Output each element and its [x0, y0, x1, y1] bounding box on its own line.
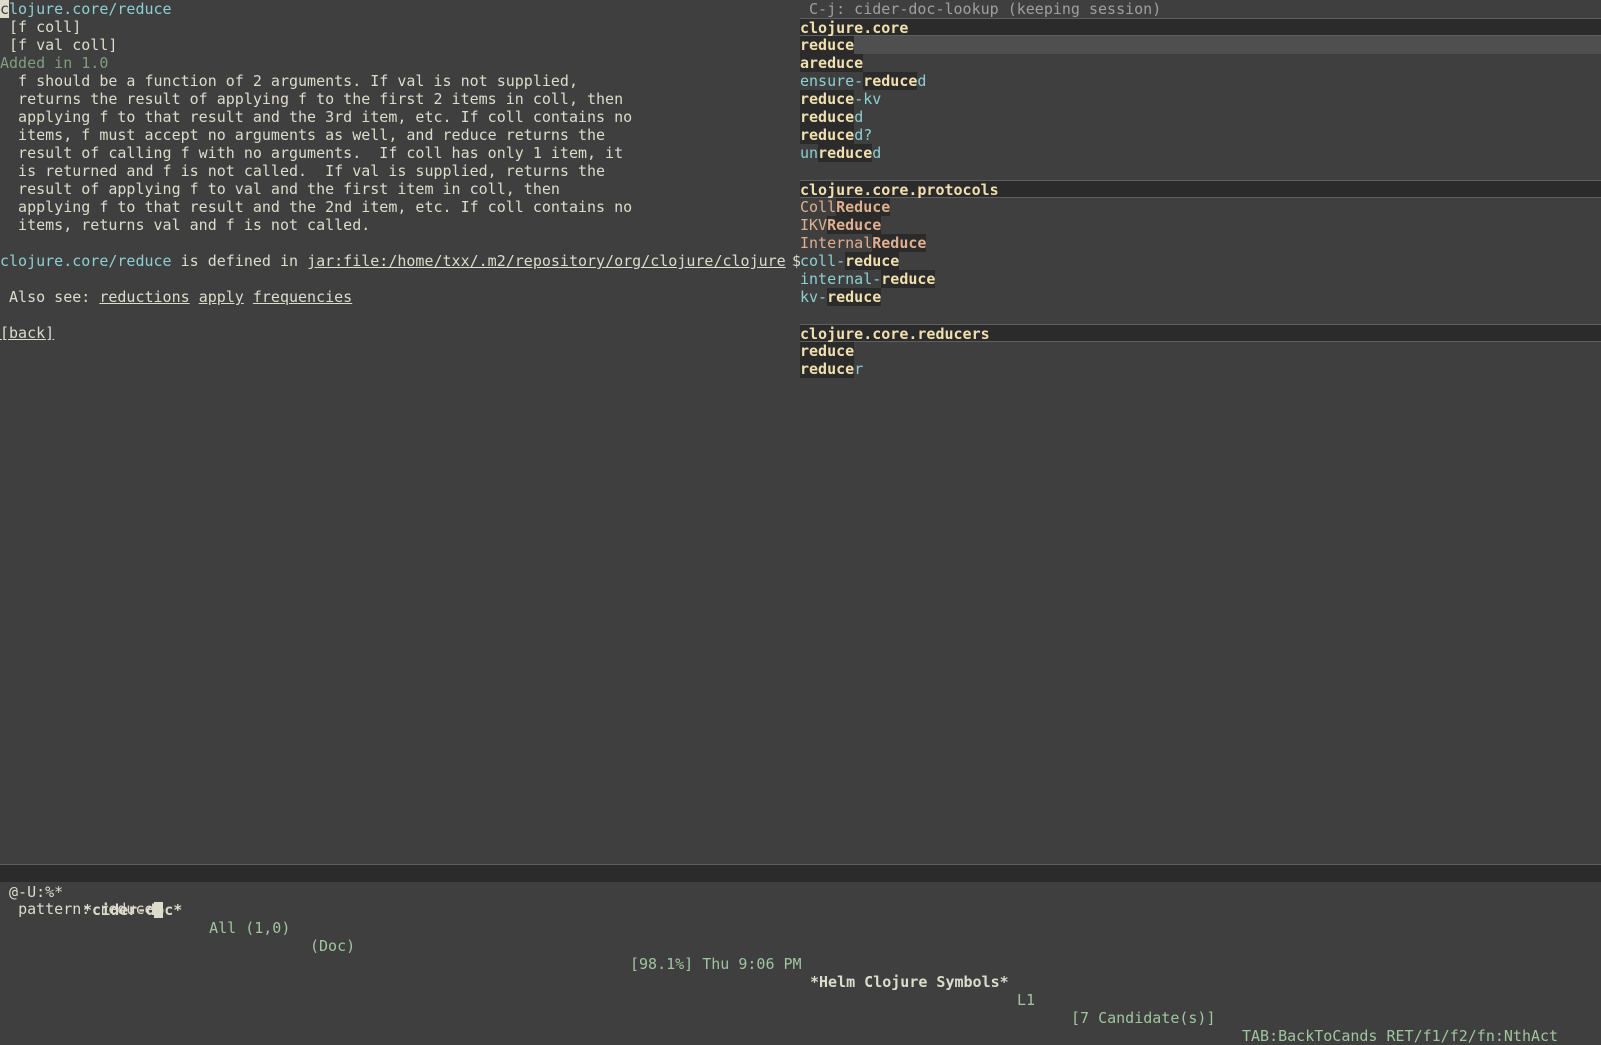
helm-candidate[interactable]: reduce [800, 36, 1601, 54]
defined-in-symbol: clojure.core/reduce [0, 252, 172, 270]
also-see-link-frequencies[interactable]: frequencies [253, 288, 352, 306]
docstring-line: applying f to that result and the 3rd it… [0, 108, 633, 126]
docstring-line: f should be a function of 2 arguments. I… [0, 72, 578, 90]
back-button[interactable]: [back] [0, 324, 54, 342]
helm-candidate[interactable]: reduced [800, 108, 1601, 126]
minibuffer-prompt: pattern: [18, 900, 100, 918]
docstring-line: is returned and f is not called. If val … [0, 162, 606, 180]
docstring-line: items, f must accept no arguments as wel… [0, 126, 606, 144]
candidate-prefix: coll- [800, 252, 846, 270]
candidate-prefix: Internal [800, 234, 873, 252]
candidate-suffix: -kv [854, 90, 882, 108]
candidate-match: reduce [800, 126, 855, 144]
helm-candidate[interactable]: kv-reduce [800, 288, 1601, 306]
also-see-link-apply[interactable]: apply [199, 288, 244, 306]
helm-candidate[interactable]: areduce [800, 54, 1601, 72]
source-file-link[interactable]: jar:file:/home/txx/.m2/repository/org/cl… [307, 252, 786, 270]
candidate-match: Reduce [836, 198, 891, 216]
candidate-match: reduce [818, 144, 873, 162]
docstring-line: result of calling f with no arguments. I… [0, 144, 624, 162]
candidate-match: Reduce [872, 234, 927, 252]
candidate-match: areduce [800, 54, 864, 72]
modeline-line-number: L1 [1008, 991, 1036, 1009]
doc-added-version: Added in 1.0 [0, 54, 109, 72]
also-see-label: Also see: [0, 288, 100, 306]
candidate-suffix: d [854, 108, 864, 126]
candidate-match: reduce [881, 270, 936, 288]
candidate-prefix: un [800, 144, 819, 162]
candidate-match: reduce [800, 108, 855, 126]
candidate-match: reduce [845, 252, 900, 270]
helm-candidate[interactable]: coll-reduce [800, 252, 1601, 270]
candidate-prefix: kv- [800, 288, 828, 306]
minibuffer[interactable]: pattern: reduce [0, 882, 1601, 918]
candidate-suffix: r [854, 360, 864, 378]
doc-symbol-title: clojure.core/reduce [0, 0, 172, 18]
helm-source-header: clojure.core.protocols [800, 180, 1601, 199]
candidate-match: reduce [800, 90, 855, 108]
candidate-suffix: d [917, 72, 927, 90]
input-cursor [153, 901, 163, 918]
helm-candidate[interactable]: InternalReduce [800, 234, 1601, 252]
helm-source-header: clojure.core [800, 18, 1601, 37]
docstring-line: returns the result of applying f to the … [0, 90, 624, 108]
helm-candidate[interactable]: CollReduce [800, 198, 1601, 216]
candidate-match: reduce [827, 288, 882, 306]
candidate-match: reduce [800, 360, 855, 378]
doc-also-see: Also see: reductions apply frequencies [0, 288, 352, 306]
helm-candidate[interactable]: unreduced [800, 144, 1601, 162]
helm-candidate[interactable]: reduce-kv [800, 90, 1601, 108]
docstring-line: result of applying f to val and the firs… [0, 180, 560, 198]
helm-candidates-pane: C-j: cider-doc-lookup (keeping session) … [800, 0, 1601, 864]
candidate-match: reduce [800, 36, 855, 54]
helm-header-line: C-j: cider-doc-lookup (keeping session) [800, 0, 1162, 18]
candidate-suffix: d? [854, 126, 873, 144]
doc-arglist: [f coll] [9, 18, 82, 36]
modeline-battery-time: [98.1%] Thu 9:06 PM [630, 955, 811, 973]
defined-in-label: is defined in [171, 252, 308, 270]
helm-source-header: clojure.core.reducers [800, 324, 1601, 343]
modeline-helm-buffer: *Helm Clojure Symbols* [810, 973, 1009, 991]
docstring-line: applying f to that result and the 2nd it… [0, 198, 633, 216]
modeline-key-hints: TAB:BackToCands RET/f1/f2/fn:NthAct [1242, 1027, 1559, 1045]
candidate-match: reduce [800, 342, 855, 360]
point-cursor: c [0, 0, 10, 18]
helm-candidate[interactable]: internal-reduce [800, 270, 1601, 288]
cider-doc-pane: clojure.core/reduce [f coll] [f val coll… [0, 0, 800, 864]
modeline-major-mode[interactable]: (Doc) [310, 937, 355, 955]
helm-candidate[interactable]: reduce [800, 342, 1601, 360]
modeline-candidate-count: [7 Candidate(s)] [1071, 1009, 1216, 1027]
helm-candidate[interactable]: ensure-reduced [800, 72, 1601, 90]
candidate-match: Reduce [827, 216, 882, 234]
candidate-prefix: ensure- [800, 72, 864, 90]
candidate-match: reduce [863, 72, 918, 90]
mode-line: @-U:%* *cider-doc* All (1,0) (Doc) [98.1… [0, 864, 1601, 1045]
candidate-suffix: d [872, 144, 882, 162]
pattern-input[interactable]: reduce [99, 900, 153, 918]
doc-arglist: [f val coll] [9, 36, 118, 54]
doc-defined-in: clojure.core/reduce is defined in jar:fi… [0, 252, 800, 270]
docstring-line: items, returns val and f is not called. [0, 216, 371, 234]
modeline-position: All (1,0) [182, 919, 309, 937]
also-see-link-reductions[interactable]: reductions [99, 288, 189, 306]
truncation-indicator: $ [792, 252, 800, 270]
helm-candidate[interactable]: IKVReduce [800, 216, 1601, 234]
candidate-prefix: IKV [800, 216, 828, 234]
candidate-prefix: Coll [800, 198, 837, 216]
helm-candidate[interactable]: reduced? [800, 126, 1601, 144]
helm-candidate[interactable]: reducer [800, 360, 1601, 378]
candidate-prefix: internal- [800, 270, 882, 288]
